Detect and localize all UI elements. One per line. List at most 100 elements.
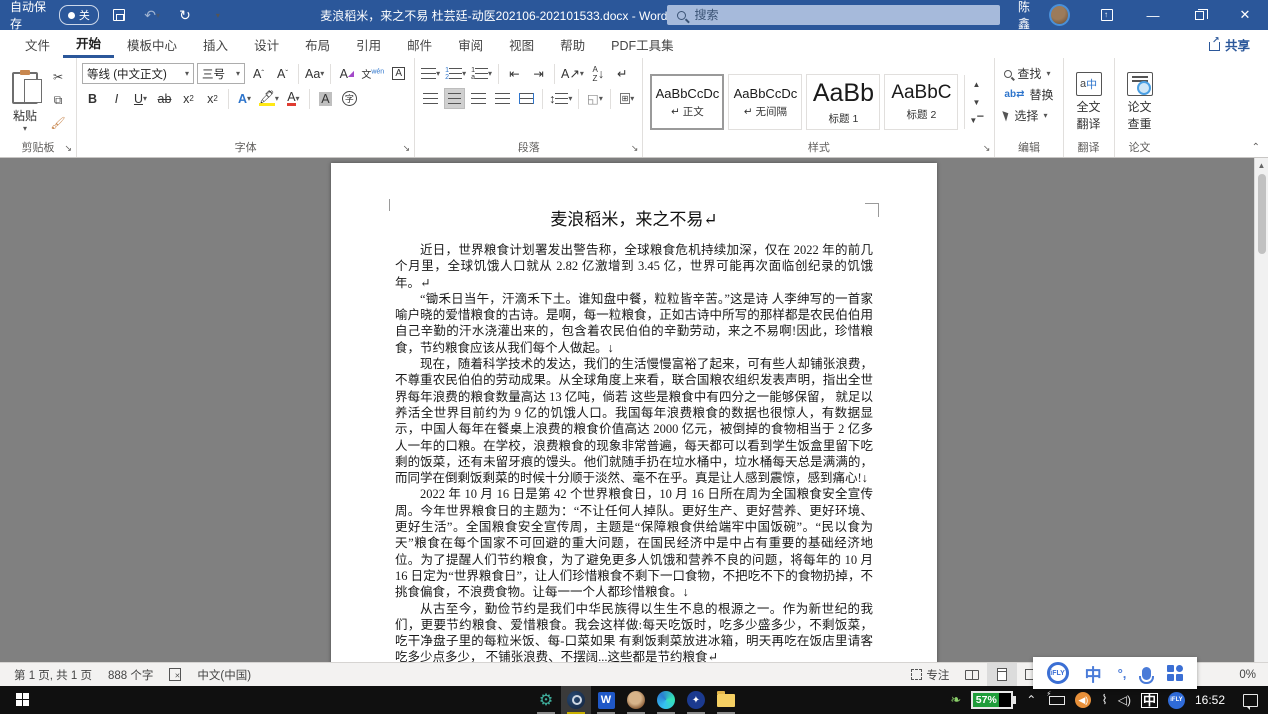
- subscript-button[interactable]: x2: [178, 88, 199, 109]
- start-button[interactable]: [0, 686, 46, 714]
- ribbon-display-options-button[interactable]: [1084, 0, 1130, 30]
- taskbar-word-app[interactable]: W: [591, 686, 621, 714]
- focus-mode-button[interactable]: 专注: [903, 663, 957, 686]
- taskbar-steam-app[interactable]: [561, 686, 591, 714]
- scrollbar-thumb[interactable]: [1258, 174, 1266, 254]
- italic-button[interactable]: I: [106, 88, 127, 109]
- account-area[interactable]: 陈鑫: [1018, 0, 1070, 32]
- autosave-switch[interactable]: 关: [59, 5, 99, 25]
- document-page[interactable]: 麦浪稻米，来之不易↵ 近日，世界粮食计划署发出警告称，全球粮食危机持续加深，仅在…: [331, 163, 937, 662]
- language-indicator[interactable]: 中文(中国): [189, 663, 259, 686]
- change-case-button[interactable]: Aa▾: [304, 63, 325, 84]
- notification-center-icon[interactable]: [1243, 694, 1258, 707]
- collapse-ribbon-button[interactable]: ⌃: [1252, 142, 1260, 153]
- tab-view[interactable]: 视图: [496, 30, 547, 58]
- align-right-button[interactable]: [468, 88, 489, 109]
- full-text-translate-button[interactable]: a中 全文 翻译: [1069, 63, 1109, 141]
- highlight-color-button[interactable]: 🖊▾: [258, 88, 280, 109]
- taskbar-file-explorer[interactable]: [711, 686, 741, 714]
- avatar[interactable]: [1049, 4, 1070, 26]
- style-heading-2[interactable]: AaBbC 标题 2: [884, 74, 958, 130]
- font-size-select[interactable]: 三号▾: [197, 63, 245, 84]
- save-button[interactable]: [107, 2, 132, 28]
- tab-layout[interactable]: 布局: [292, 30, 343, 58]
- strikethrough-button[interactable]: ab: [154, 88, 175, 109]
- multilevel-list-button[interactable]: 1a▾: [470, 63, 493, 84]
- ifly-logo-icon[interactable]: iFLY: [1047, 662, 1069, 684]
- tab-references[interactable]: 引用: [343, 30, 394, 58]
- tab-pdf-tools[interactable]: PDF工具集: [598, 30, 687, 58]
- tab-template-center[interactable]: 模板中心: [114, 30, 190, 58]
- tab-file[interactable]: 文件: [12, 30, 63, 58]
- show-hide-marks-button[interactable]: ↵: [612, 63, 633, 84]
- restore-button[interactable]: [1176, 0, 1222, 30]
- styles-gallery-more-button[interactable]: ▼▔: [965, 111, 987, 129]
- read-mode-button[interactable]: [957, 663, 987, 686]
- paste-button[interactable]: 粘贴 ▾: [5, 63, 45, 141]
- style-normal[interactable]: AaBbCcDc ↵ 正文: [650, 74, 724, 130]
- taskbar-browser-app[interactable]: [621, 686, 651, 714]
- style-heading-1[interactable]: AaBb 标题 1: [806, 74, 880, 130]
- shading-button[interactable]: ◱▾: [584, 88, 605, 109]
- tab-help[interactable]: 帮助: [547, 30, 598, 58]
- bold-button[interactable]: B: [82, 88, 103, 109]
- asian-layout-button[interactable]: A↗▾: [560, 63, 585, 84]
- undo-button[interactable]: ↶▾: [140, 2, 165, 28]
- print-layout-button[interactable]: [987, 663, 1017, 686]
- replace-button[interactable]: ab⇄ 替换: [1004, 86, 1053, 103]
- ime-toolbar[interactable]: iFLY 中 °,: [1033, 657, 1198, 689]
- grow-font-button[interactable]: Aˆ: [248, 63, 269, 84]
- zoom-level[interactable]: 0%: [1237, 669, 1262, 681]
- share-button[interactable]: 共享: [1209, 30, 1250, 58]
- ime-panel-icon[interactable]: [1167, 665, 1183, 681]
- superscript-button[interactable]: x2: [202, 88, 223, 109]
- align-left-button[interactable]: [420, 88, 441, 109]
- underline-button[interactable]: U▾: [130, 88, 151, 109]
- taskbar-settings-app[interactable]: ⚙: [531, 686, 561, 714]
- taskbar-netdisk-app[interactable]: ✦: [681, 686, 711, 714]
- format-painter-button[interactable]: 🖌: [47, 113, 69, 133]
- tab-insert[interactable]: 插入: [190, 30, 241, 58]
- vertical-scrollbar[interactable]: ▲: [1254, 158, 1268, 662]
- clipboard-dialog-launcher[interactable]: ↘: [64, 143, 72, 154]
- power-plug-icon[interactable]: [1049, 696, 1065, 705]
- ifly-tray-icon[interactable]: iFLY: [1168, 692, 1185, 709]
- tab-mailings[interactable]: 邮件: [394, 30, 445, 58]
- search-input[interactable]: [694, 8, 954, 22]
- ime-punctuation-button[interactable]: °,: [1118, 666, 1127, 681]
- battery-indicator[interactable]: 57%: [971, 691, 1016, 709]
- word-count[interactable]: 888 个字: [100, 663, 161, 686]
- styles-scroll-up-button[interactable]: ▲: [965, 75, 987, 93]
- justify-button[interactable]: [492, 88, 513, 109]
- volume-icon[interactable]: ◁): [1118, 693, 1131, 707]
- customize-quick-access-button[interactable]: ▾: [205, 2, 230, 28]
- paragraph-dialog-launcher[interactable]: ↘: [631, 143, 639, 154]
- character-shading-button[interactable]: A: [315, 88, 336, 109]
- text-effects-button[interactable]: A▾: [234, 88, 255, 109]
- select-button[interactable]: 选择 ▾: [1004, 107, 1053, 124]
- wifi-icon[interactable]: ⌇: [1101, 692, 1107, 708]
- enclose-characters-button[interactable]: 字: [339, 88, 360, 109]
- numbering-button[interactable]: 12▾: [444, 63, 467, 84]
- borders-button[interactable]: ⊞▾: [616, 88, 637, 109]
- decrease-indent-button[interactable]: ⇤: [504, 63, 525, 84]
- align-center-button[interactable]: [444, 88, 465, 109]
- tab-home[interactable]: 开始: [63, 30, 114, 58]
- autosave-toggle[interactable]: 自动保存 关: [10, 0, 99, 32]
- ime-microphone-icon[interactable]: [1142, 667, 1151, 680]
- search-box[interactable]: [667, 5, 1000, 25]
- close-button[interactable]: ✕: [1222, 0, 1268, 30]
- increase-indent-button[interactable]: ⇥: [528, 63, 549, 84]
- font-color-button[interactable]: A▾: [283, 88, 304, 109]
- redo-button[interactable]: ↻: [173, 2, 198, 28]
- clear-formatting-button[interactable]: A◢: [336, 63, 357, 84]
- minimize-button[interactable]: —: [1130, 0, 1176, 30]
- cut-button[interactable]: ✂: [47, 67, 69, 87]
- clock[interactable]: 16:52: [1195, 693, 1225, 707]
- paper-check-button[interactable]: 论文 查重: [1120, 63, 1160, 141]
- styles-scroll-down-button[interactable]: ▼: [965, 93, 987, 111]
- character-border-button[interactable]: A: [388, 63, 409, 84]
- page-indicator[interactable]: 第 1 页, 共 1 页: [6, 663, 100, 686]
- line-spacing-button[interactable]: ↕▾: [548, 88, 573, 109]
- shrink-font-button[interactable]: Aˇ: [272, 63, 293, 84]
